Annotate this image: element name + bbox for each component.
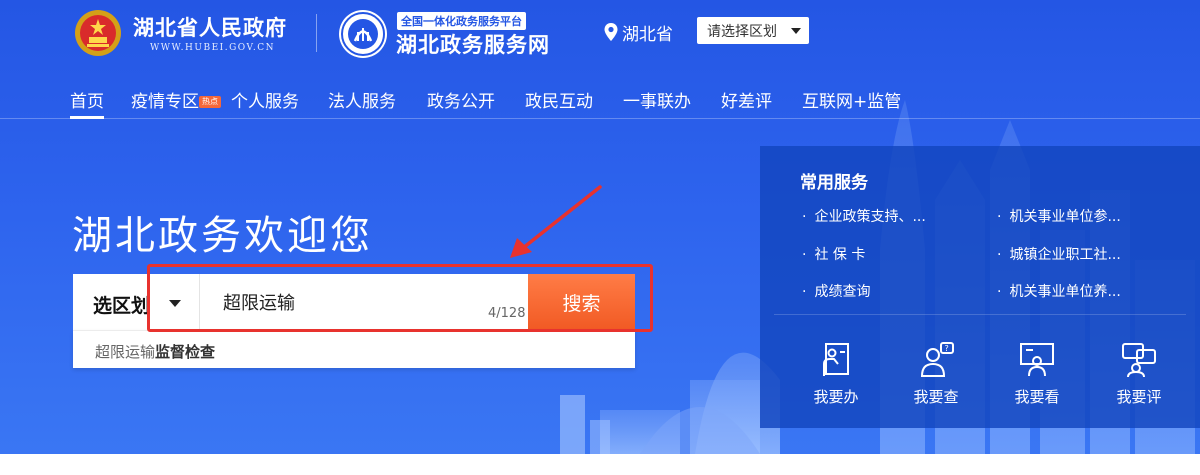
- nav-item-interaction[interactable]: 政民互动: [525, 87, 593, 112]
- quick-entry-label: 我要评: [1116, 388, 1162, 406]
- review-icon: [1122, 343, 1156, 378]
- service-link[interactable]: 机关事业单位养...: [997, 281, 1120, 301]
- quick-entry-inquiry[interactable]: ? 我要查: [896, 340, 976, 407]
- platform-logo-icon[interactable]: [337, 8, 389, 60]
- main-nav: 首页 疫情专区 热点 个人服务 法人服务 政务公开 政民互动 一事联办 好差评 互…: [0, 82, 1200, 119]
- inquiry-icon: ?: [920, 342, 954, 377]
- nav-label: 好差评: [721, 92, 772, 112]
- content-area-edge: [0, 454, 1200, 475]
- nav-label: 个人服务: [231, 92, 299, 112]
- services-divider: [774, 314, 1186, 315]
- current-location: 湖北省: [622, 25, 673, 45]
- nav-label: 法人服务: [328, 92, 396, 112]
- service-link[interactable]: 企业政策支持、...: [802, 206, 925, 226]
- nav-item-home[interactable]: 首页: [70, 87, 104, 119]
- common-services-panel: 常用服务 企业政策支持、... 机关事业单位参... 社 保 卡 城镇企业职工社…: [760, 146, 1200, 428]
- region-select-dropdown[interactable]: 请选择区划: [697, 17, 809, 44]
- platform-name[interactable]: 湖北政务服务网: [396, 29, 550, 59]
- nav-item-rating[interactable]: 好差评: [721, 87, 772, 112]
- quick-entry-review[interactable]: 我要评: [1099, 340, 1179, 407]
- nav-item-personal-service[interactable]: 个人服务: [231, 87, 299, 112]
- suggestion-match: 监督检查: [155, 343, 216, 361]
- service-link[interactable]: 成绩查询: [802, 281, 870, 301]
- quick-entry-handle[interactable]: 我要办: [796, 340, 876, 407]
- nav-label: 一事联办: [623, 92, 691, 112]
- search-suggestion-item[interactable]: 超限运输监督检查: [73, 330, 635, 368]
- header-divider: [316, 14, 317, 52]
- location-pin-icon: [604, 23, 618, 41]
- nav-label: 政民互动: [525, 92, 593, 112]
- suggestion-prefix: 超限运输: [95, 343, 156, 361]
- chevron-down-icon: [791, 28, 801, 34]
- nav-label: 政务公开: [427, 92, 495, 112]
- hot-badge: 热点: [199, 96, 221, 108]
- gov-site-name[interactable]: 湖北省人民政府: [133, 12, 287, 42]
- region-select-label: 请选择区划: [707, 24, 777, 40]
- presentation-icon: [1020, 343, 1054, 377]
- handle-icon: [823, 343, 849, 376]
- national-emblem-icon[interactable]: [73, 8, 123, 58]
- quick-entry-label: 我要办: [813, 388, 859, 406]
- nav-item-gov-affairs-public[interactable]: 政务公开: [427, 87, 495, 112]
- nav-item-internet-supervision[interactable]: 互联网+监管: [802, 87, 901, 112]
- service-link[interactable]: 社 保 卡: [802, 244, 865, 264]
- nav-label: 疫情专区: [131, 92, 199, 112]
- nav-item-legal-entity-service[interactable]: 法人服务: [328, 87, 396, 112]
- svg-text:?: ?: [945, 344, 949, 353]
- nav-label: 互联网+监管: [802, 92, 902, 112]
- nav-label: 首页: [70, 92, 104, 112]
- nav-item-one-stop[interactable]: 一事联办: [623, 87, 691, 112]
- service-link[interactable]: 城镇企业职工社...: [997, 244, 1120, 264]
- nav-item-epidemic[interactable]: 疫情专区 热点: [131, 87, 221, 112]
- service-link[interactable]: 机关事业单位参...: [997, 206, 1120, 226]
- platform-tagline: 全国一体化政务服务平台: [397, 12, 526, 30]
- search-region-label: 选区划: [93, 295, 151, 317]
- gov-site-url: WWW.HUBEI.GOV.CN: [150, 43, 276, 53]
- site-header: 湖北省人民政府 WWW.HUBEI.GOV.CN 全国一体化政务服务平台 湖北政…: [0, 0, 1200, 66]
- annotation-highlight-box: [147, 264, 653, 332]
- quick-entry-label: 我要查: [913, 388, 959, 406]
- nav-divider: [0, 118, 1200, 119]
- quick-entry-view[interactable]: 我要看: [997, 340, 1077, 407]
- welcome-heading: 湖北政务欢迎您: [72, 213, 373, 259]
- suggestion-text: 超限运输监督检查: [95, 341, 215, 362]
- quick-entry-label: 我要看: [1014, 388, 1060, 406]
- services-title: 常用服务: [800, 173, 868, 193]
